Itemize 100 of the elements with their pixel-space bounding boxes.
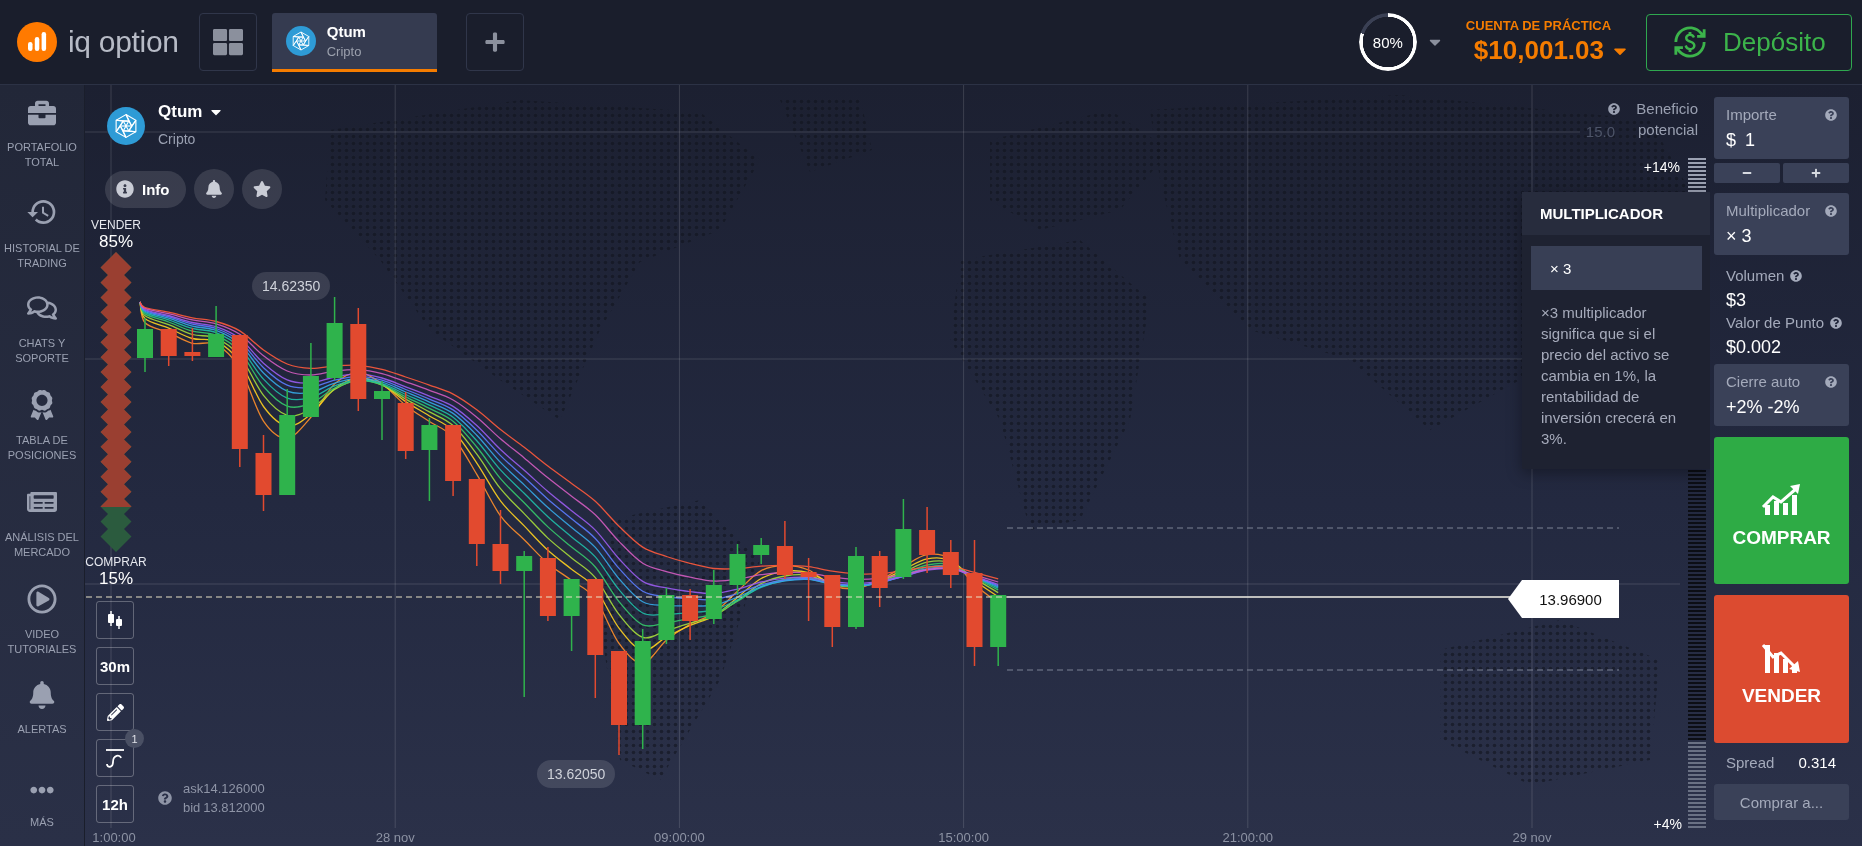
info-icon (116, 180, 134, 198)
sidebar-item[interactable]: VIDEO TUTORIALES (0, 584, 84, 681)
sidebar-item[interactable]: ANÁLISIS DEL MERCADO (0, 487, 84, 584)
candle (942, 539, 959, 589)
rising-chart-icon (1760, 482, 1803, 515)
sidebar-item[interactable]: CHATS Y SOPORTE (0, 293, 84, 390)
axis-label: 1:00:00 (92, 830, 136, 846)
buy-label: COMPRAR (85, 555, 147, 569)
candle (184, 327, 201, 362)
sidebar-item[interactable]: PORTAFOLIO TOTAL (0, 99, 84, 196)
timeframe-button[interactable]: 12h (96, 785, 134, 823)
amount-value: 1 (1745, 129, 1756, 151)
profit-label: Beneficio potencial (1635, 99, 1698, 140)
sell-label: VENDER (91, 218, 141, 232)
help-icon[interactable] (158, 791, 172, 805)
account-type: CUENTA DE PRÁCTICA (1465, 18, 1612, 33)
chart-type-button[interactable] (96, 601, 134, 639)
sidebar-item[interactable]: TABLA DE POSICIONES (0, 390, 84, 487)
sell-button[interactable]: VENDER (1714, 595, 1849, 743)
axis-label: 15.0 (1585, 123, 1615, 140)
point-value: $0.002 (1726, 336, 1782, 358)
drawing-tool-button[interactable] (96, 693, 134, 731)
auto-close-field[interactable]: Cierre auto +2% -2% (1714, 364, 1849, 426)
wave-icon (104, 748, 126, 768)
candle (871, 550, 888, 608)
help-icon[interactable] (1825, 109, 1837, 121)
help-icon[interactable] (1825, 376, 1837, 388)
multiplier-option[interactable]: × 3 (1531, 246, 1702, 290)
candle (374, 380, 390, 441)
field-label: Cierre auto (1726, 373, 1801, 391)
profit-percent: 80% (1372, 33, 1403, 51)
play-icon (27, 584, 57, 614)
currency-symbol: $ (1726, 129, 1736, 151)
quote-value: 14.126000 (203, 780, 265, 798)
deposit-icon (1673, 25, 1707, 59)
axis-label: 15:00:00 (938, 830, 989, 846)
alert-button[interactable] (194, 169, 234, 209)
help-icon[interactable] (1608, 103, 1620, 115)
axis-label: 21:00:00 (1222, 830, 1274, 846)
field-label: Valor de Punto (1726, 314, 1825, 332)
sidebar-item[interactable]: MÁS (0, 778, 84, 830)
grid-icon (212, 27, 243, 57)
current-price-label: 13.96900 (1508, 580, 1619, 618)
volume-value: $3 (1726, 289, 1747, 311)
candle (753, 537, 770, 565)
grid-button[interactable] (198, 13, 257, 71)
amount-field[interactable]: Importe $ 1 (1714, 97, 1849, 159)
sidebar-item[interactable]: ALERTAS (0, 681, 84, 778)
candle (208, 305, 225, 358)
multiplier-field[interactable]: Multiplicador × 3 (1714, 193, 1849, 255)
plus-icon (1811, 168, 1821, 178)
asset-selector[interactable]: Qtum (158, 102, 225, 122)
sidebar-item[interactable]: HISTORIAL DE TRADING (0, 196, 84, 293)
deposit-button[interactable]: Depósito (1646, 13, 1852, 71)
logo-icon (17, 22, 57, 62)
coin-icon (285, 25, 316, 56)
multiplier-value: × 3 (1726, 225, 1753, 247)
axis-label: 29 nov (1512, 830, 1552, 846)
candle (705, 569, 722, 625)
bell-icon (28, 681, 56, 709)
pencil-icon (106, 703, 124, 721)
scale-reading: +14% (1643, 159, 1680, 175)
timeframe-button[interactable]: 30m (96, 647, 134, 685)
help-icon[interactable] (1790, 270, 1803, 282)
briefcase-icon (28, 99, 56, 127)
buy-percent: 15% (99, 569, 133, 589)
price-label: 13.62050 (537, 760, 616, 788)
help-icon[interactable] (1825, 205, 1837, 217)
candle (137, 317, 153, 373)
increase-button[interactable] (1783, 163, 1849, 183)
buy-at-button[interactable]: Comprar a... (1714, 784, 1849, 820)
plus-icon (483, 31, 506, 53)
candle (397, 391, 414, 460)
sell-percent: 85% (99, 232, 133, 252)
spread-label: Spread (1726, 753, 1775, 771)
asset-category: Cripto (158, 131, 196, 147)
candlestick-icon (105, 610, 125, 630)
quote-label: bid (183, 799, 202, 817)
falling-chart-icon (1760, 641, 1803, 673)
candle (160, 328, 177, 367)
scale-reading: +4% (1653, 816, 1682, 832)
favorite-button[interactable] (242, 169, 282, 209)
buy-button[interactable]: COMPRAR (1714, 437, 1849, 584)
star-icon (253, 180, 271, 198)
axis-label: 09:00:00 (654, 830, 705, 846)
logo-text: iq option (68, 25, 179, 59)
coin-icon (107, 107, 145, 145)
candle (682, 588, 699, 641)
add-tab-button[interactable] (465, 13, 524, 71)
info-button[interactable]: Info (105, 170, 186, 208)
account-balance: $10,001.03 (1473, 35, 1604, 66)
price-label: 14.62350 (252, 272, 331, 300)
quote-value: 13.812000 (203, 799, 265, 817)
candle (729, 543, 746, 596)
auto-close-value: +2% -2% (1726, 396, 1801, 418)
field-label: Volumen (1726, 267, 1785, 285)
asset-tab[interactable]: Qtum Cripto (271, 12, 437, 72)
popup-description: ×3 multiplicador significa que si el precio del activo se cambia en 1%, la rentabilidad de inversión crecerá en 3%. (1541, 303, 1678, 449)
help-icon[interactable] (1830, 317, 1843, 329)
chat-icon (27, 293, 57, 323)
